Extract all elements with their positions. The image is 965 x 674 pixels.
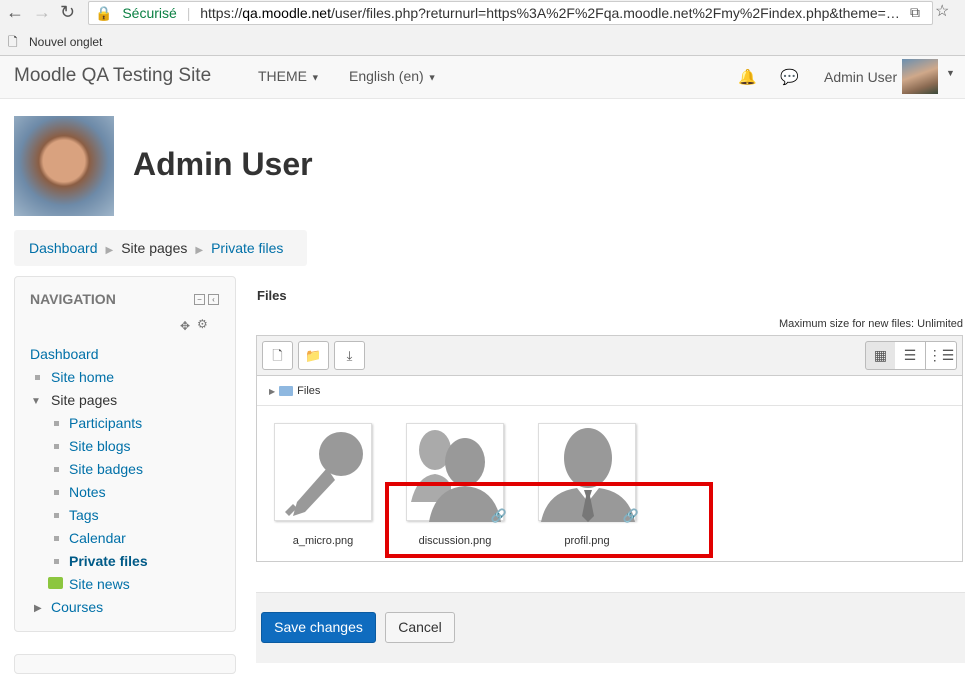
bullet-icon — [54, 536, 59, 541]
file-name[interactable]: a_micro.png — [263, 535, 383, 547]
breadcrumb-dashboard[interactable]: Dashboard — [29, 240, 98, 256]
back-icon[interactable]: ← — [6, 3, 24, 21]
url-path: /user/files.php?returnurl=https%3A%2F%2F… — [330, 5, 900, 21]
nav-notes[interactable]: Notes — [69, 484, 106, 500]
lock-icon: 🔒 — [95, 5, 113, 21]
nav-calendar[interactable]: Calendar — [69, 530, 126, 546]
bullet-icon — [54, 467, 59, 472]
nav-tags[interactable]: Tags — [69, 507, 99, 523]
save-changes-button[interactable]: Save changes — [261, 612, 376, 643]
view-tree-icon[interactable]: ⋮☰ — [926, 341, 957, 370]
nav-site-badges[interactable]: Site badges — [69, 461, 143, 477]
site-brand[interactable]: Moodle QA Testing Site — [14, 65, 211, 87]
breadcrumb-private-files[interactable]: Private files — [211, 240, 283, 256]
nav-participants[interactable]: Participants — [69, 415, 142, 431]
files-section-label: Files — [257, 288, 287, 303]
bullet-icon — [35, 375, 40, 380]
bullet-icon — [54, 559, 59, 564]
breadcrumb-separator-icon: ▶ — [195, 245, 204, 256]
file-tile[interactable] — [274, 423, 372, 521]
navigation-block: NAVIGATION − ‹ ✥ ⚙ Dashboard Site home ▼… — [14, 276, 236, 632]
bullet-icon — [54, 421, 59, 426]
nav-site-news[interactable]: Site news — [69, 576, 130, 592]
star-icon[interactable]: ☆ — [935, 3, 949, 21]
nav-site-blogs[interactable]: Site blogs — [69, 438, 130, 454]
collapsed-arrow-icon[interactable]: ▶ — [34, 597, 42, 620]
secondary-block — [14, 654, 236, 674]
caret-down-icon: ▼ — [427, 72, 437, 83]
url-scheme: https:// — [200, 5, 243, 21]
page-icon: 🗋 — [8, 35, 18, 49]
add-file-icon[interactable]: 🗋 — [262, 341, 293, 370]
expanded-arrow-icon[interactable]: ▼ — [31, 390, 41, 413]
browser-chrome: ← → ↻ 🔒 Sécurisé | https://qa.moodle.net… — [0, 0, 965, 56]
breadcrumb-site-pages: Site pages — [121, 240, 188, 256]
move-icon[interactable]: ✥ — [180, 319, 190, 333]
profile-avatar — [14, 116, 114, 216]
top-navbar: Moodle QA Testing Site THEME ▼ English (… — [0, 56, 965, 99]
highlight-box — [385, 482, 713, 558]
nav-site-pages[interactable]: Site pages — [51, 389, 117, 412]
file-path-bar: ▶ Files — [257, 376, 962, 406]
messages-icon[interactable]: 💬 — [780, 68, 799, 86]
address-bar[interactable]: 🔒 Sécurisé | https://qa.moodle.net/user/… — [88, 1, 933, 25]
caret-down-icon[interactable]: ▼ — [946, 68, 955, 78]
breadcrumb: Dashboard ▶ Site pages ▶ Private files — [14, 230, 307, 266]
divider: | — [186, 5, 191, 21]
download-icon[interactable]: ⤓ — [334, 341, 365, 370]
secure-label: Sécurisé — [122, 5, 177, 21]
nav-private-files[interactable]: Private files — [69, 553, 148, 569]
user-avatar[interactable] — [902, 59, 938, 94]
path-arrow-icon: ▶ — [269, 387, 276, 396]
bullet-icon — [54, 444, 59, 449]
collapse-icon[interactable]: − — [194, 294, 205, 305]
microphone-icon — [285, 432, 363, 516]
url-host: qa.moodle.net — [242, 5, 331, 21]
translate-icon[interactable]: ⧉ — [910, 3, 920, 21]
nav-courses[interactable]: Courses — [51, 599, 103, 615]
language-menu[interactable]: English (en) ▼ — [349, 68, 437, 84]
nav-site-home[interactable]: Site home — [51, 369, 114, 385]
forum-icon — [48, 577, 63, 589]
theme-menu[interactable]: THEME ▼ — [258, 68, 320, 84]
reload-icon[interactable]: ↻ — [60, 3, 75, 21]
notification-bell-icon[interactable]: 🔔 — [738, 68, 757, 86]
bullet-icon — [54, 513, 59, 518]
language-menu-label: English (en) — [349, 68, 424, 84]
create-folder-icon[interactable]: 📁 — [298, 341, 329, 370]
dock-icon[interactable]: ‹ — [208, 294, 219, 305]
user-menu-name[interactable]: Admin User — [824, 69, 897, 85]
navigation-title: NAVIGATION — [30, 291, 116, 307]
path-root[interactable]: Files — [297, 385, 320, 397]
bookmark-new-tab[interactable]: 🗋 Nouvel onglet — [8, 33, 102, 54]
breadcrumb-separator-icon: ▶ — [105, 245, 114, 256]
view-list-icon[interactable]: ☰ — [895, 341, 926, 370]
page-title: Admin User — [133, 146, 313, 182]
bullet-icon — [54, 490, 59, 495]
file-manager-toolbar: 🗋 📁 ⤓ ▦ ☰ ⋮☰ — [257, 336, 962, 376]
bookmark-label: Nouvel onglet — [29, 35, 103, 49]
gear-icon[interactable]: ⚙ — [197, 317, 208, 331]
folder-icon — [279, 386, 294, 397]
cancel-button[interactable]: Cancel — [385, 612, 455, 643]
max-size-note: Maximum size for new files: Unlimited — [779, 318, 963, 330]
nav-dashboard[interactable]: Dashboard — [30, 346, 99, 362]
theme-menu-label: THEME — [258, 68, 307, 84]
forward-icon[interactable]: → — [33, 3, 51, 21]
caret-down-icon: ▼ — [310, 72, 320, 83]
view-icons-icon[interactable]: ▦ — [865, 341, 896, 370]
